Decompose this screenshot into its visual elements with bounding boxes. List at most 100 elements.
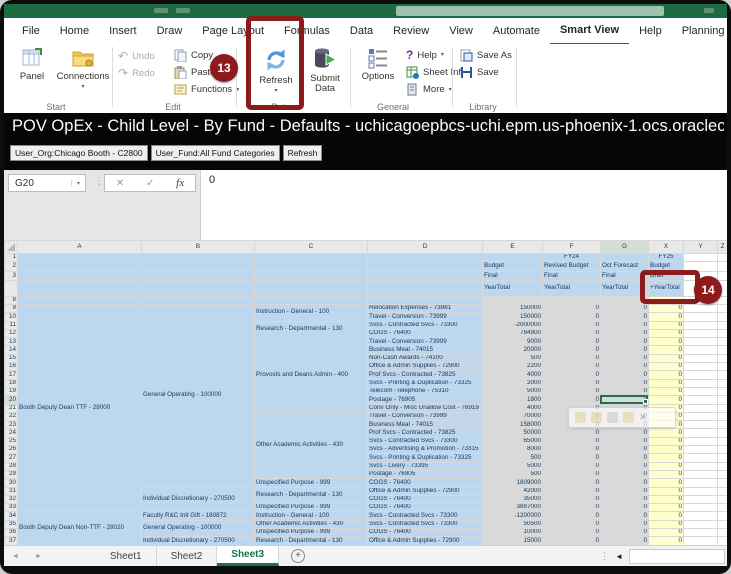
scrollbar-divider-icon[interactable]: ⋮ bbox=[600, 551, 609, 562]
paste-option-icon[interactable] bbox=[575, 412, 586, 423]
row-header[interactable]: 34 bbox=[4, 511, 18, 521]
options-button[interactable]: Options bbox=[356, 47, 400, 82]
revised-budget-cell[interactable]: 0 bbox=[542, 486, 601, 496]
account-cell[interactable]: COGS - 76400 bbox=[367, 503, 483, 513]
column-header-X[interactable]: X bbox=[648, 240, 684, 254]
add-sheet-button[interactable]: + bbox=[291, 549, 306, 563]
panel-button[interactable]: Panel bbox=[12, 47, 52, 82]
ribbon-tab-home[interactable]: Home bbox=[50, 18, 99, 44]
account-cell[interactable]: Conv Only - Misc Unallow Cost - 76919 bbox=[367, 403, 483, 413]
version-header[interactable]: Final bbox=[482, 271, 543, 281]
paste-option-icon[interactable] bbox=[607, 412, 618, 423]
fy25-budget-cell[interactable]: 0 bbox=[648, 345, 684, 355]
row-header[interactable]: 30 bbox=[4, 478, 18, 488]
row-header[interactable]: 19 bbox=[4, 386, 18, 397]
revised-budget-cell[interactable]: 0 bbox=[542, 478, 601, 488]
fy25-budget-cell[interactable]: 0 bbox=[648, 527, 684, 538]
account-cell[interactable]: COGS - 76400 bbox=[367, 494, 483, 505]
row-header[interactable]: 12 bbox=[4, 328, 18, 339]
copy-button[interactable]: Copy bbox=[174, 49, 213, 62]
quick-access-icon[interactable] bbox=[176, 8, 190, 13]
revised-budget-cell[interactable]: 0 bbox=[542, 395, 601, 405]
budget-final-cell[interactable]: 9000 bbox=[482, 337, 543, 347]
fy25-budget-cell[interactable]: 0 bbox=[648, 453, 684, 463]
function-group-cell[interactable]: Provosts and Deans Admin - 400 bbox=[254, 337, 368, 413]
row-header[interactable]: 10 bbox=[4, 312, 18, 322]
hscroll-left-icon[interactable]: ◄ bbox=[615, 552, 623, 561]
row-header[interactable]: 9 bbox=[4, 303, 18, 314]
account-cell[interactable]: COGS - 76400 bbox=[367, 478, 483, 488]
ribbon-tab-view[interactable]: View bbox=[439, 18, 483, 44]
save-as-button[interactable]: Save As bbox=[460, 49, 512, 62]
account-cell[interactable]: Non-Cash Awards - 74100 bbox=[367, 353, 483, 364]
column-header-F[interactable]: F bbox=[542, 240, 601, 254]
row-header[interactable]: 17 bbox=[4, 370, 18, 380]
row-header[interactable]: 2 bbox=[4, 261, 18, 272]
row-header[interactable]: 22 bbox=[4, 411, 18, 422]
column-header-C[interactable]: C bbox=[254, 240, 368, 254]
budget-final-cell[interactable]: -2000000 bbox=[482, 320, 543, 330]
fy25-budget-cell[interactable]: 0 bbox=[648, 303, 684, 314]
revised-budget-cell[interactable]: 0 bbox=[542, 436, 601, 447]
oct-forecast-cell[interactable]: 0 bbox=[600, 511, 649, 521]
function-group-cell[interactable]: Unspecified Purpose - 999 bbox=[254, 503, 368, 513]
scenario-header[interactable]: Budget bbox=[482, 261, 543, 272]
fy25-budget-cell[interactable]: 0 bbox=[648, 519, 684, 530]
row-header[interactable] bbox=[4, 280, 18, 297]
period-header[interactable]: YearTotal bbox=[542, 280, 601, 297]
account-cell[interactable]: Postage - 76905 bbox=[367, 469, 483, 480]
budget-final-cell[interactable]: 5000 bbox=[482, 386, 543, 397]
sheet-tab-sheet2[interactable]: Sheet2 bbox=[157, 546, 218, 566]
row-header[interactable]: 24 bbox=[4, 428, 18, 438]
ribbon-tab-planning[interactable]: Planning bbox=[672, 18, 727, 44]
org-group-cell[interactable]: Booth Deputy Dean Non-TTF - 28020 bbox=[17, 511, 142, 545]
account-cell[interactable]: Svcs - Printing & Duplication - 73325 bbox=[367, 378, 483, 388]
version-header[interactable]: Final bbox=[542, 271, 601, 281]
column-header-D[interactable]: D bbox=[367, 240, 483, 254]
budget-final-cell[interactable]: 35000 bbox=[482, 494, 543, 505]
fy25-budget-cell[interactable]: 0 bbox=[648, 461, 684, 471]
oct-forecast-cell[interactable]: 0 bbox=[600, 345, 649, 355]
ribbon-tab-review[interactable]: Review bbox=[383, 18, 439, 44]
quick-access-icon[interactable] bbox=[154, 8, 168, 13]
undo-button[interactable]: ↶ Undo bbox=[118, 50, 155, 62]
account-cell[interactable]: Travel - Conversion - 73999 bbox=[367, 312, 483, 322]
row-header[interactable]: 26 bbox=[4, 445, 18, 455]
ribbon-tab-smart-view[interactable]: Smart View bbox=[549, 17, 630, 46]
oct-forecast-cell[interactable]: 0 bbox=[600, 453, 649, 463]
period-header[interactable]: YearTotal bbox=[482, 280, 543, 297]
row-header[interactable]: 1 bbox=[4, 253, 18, 262]
year-header-fy25[interactable]: FY25 bbox=[648, 253, 684, 262]
revised-budget-cell[interactable]: 0 bbox=[542, 378, 601, 388]
account-cell[interactable]: COGS - 76400 bbox=[367, 328, 483, 339]
account-cell[interactable]: COGS - 76400 bbox=[367, 527, 483, 538]
row-header[interactable]: 35 bbox=[4, 519, 18, 530]
budget-final-cell[interactable]: 150000 bbox=[482, 303, 543, 314]
row-header[interactable]: 29 bbox=[4, 469, 18, 480]
row-header[interactable]: 23 bbox=[4, 420, 18, 430]
budget-final-cell[interactable]: 2200 bbox=[482, 362, 543, 372]
revised-budget-cell[interactable]: 0 bbox=[542, 445, 601, 455]
function-group-cell[interactable]: Unspecified Purpose - 999 bbox=[254, 478, 368, 488]
account-cell[interactable]: Travel - Conversion - 73999 bbox=[367, 411, 483, 422]
fy25-budget-cell[interactable]: 0 bbox=[648, 386, 684, 397]
row-header[interactable]: 16 bbox=[4, 362, 18, 372]
account-cell[interactable]: Svcs - Advertising & Promotion - 73315 bbox=[367, 445, 483, 455]
row-header[interactable]: 8 bbox=[4, 296, 18, 305]
row-header[interactable]: 31 bbox=[4, 486, 18, 496]
budget-final-cell[interactable]: 50000 bbox=[482, 428, 543, 438]
row-header[interactable]: 15 bbox=[4, 353, 18, 364]
budget-final-cell[interactable]: 50500 bbox=[482, 519, 543, 530]
titlebar-search-box[interactable] bbox=[396, 6, 664, 16]
budget-final-cell[interactable]: 150000 bbox=[482, 312, 543, 322]
save-button[interactable]: Save bbox=[460, 66, 499, 79]
function-group-cell[interactable]: Instruction - General - 100 bbox=[254, 511, 368, 521]
row-header[interactable]: 20 bbox=[4, 395, 18, 405]
revised-budget-cell[interactable]: 0 bbox=[542, 461, 601, 471]
budget-final-cell[interactable]: 500 bbox=[482, 469, 543, 480]
account-cell[interactable]: Office & Admin Supplies - 72900 bbox=[367, 362, 483, 372]
revised-budget-cell[interactable]: 0 bbox=[542, 312, 601, 322]
account-cell[interactable]: Postage - 76905 bbox=[367, 395, 483, 405]
oct-forecast-cell[interactable]: 0 bbox=[600, 320, 649, 330]
account-cell[interactable]: Office & Admin Supplies - 72900 bbox=[367, 536, 483, 545]
